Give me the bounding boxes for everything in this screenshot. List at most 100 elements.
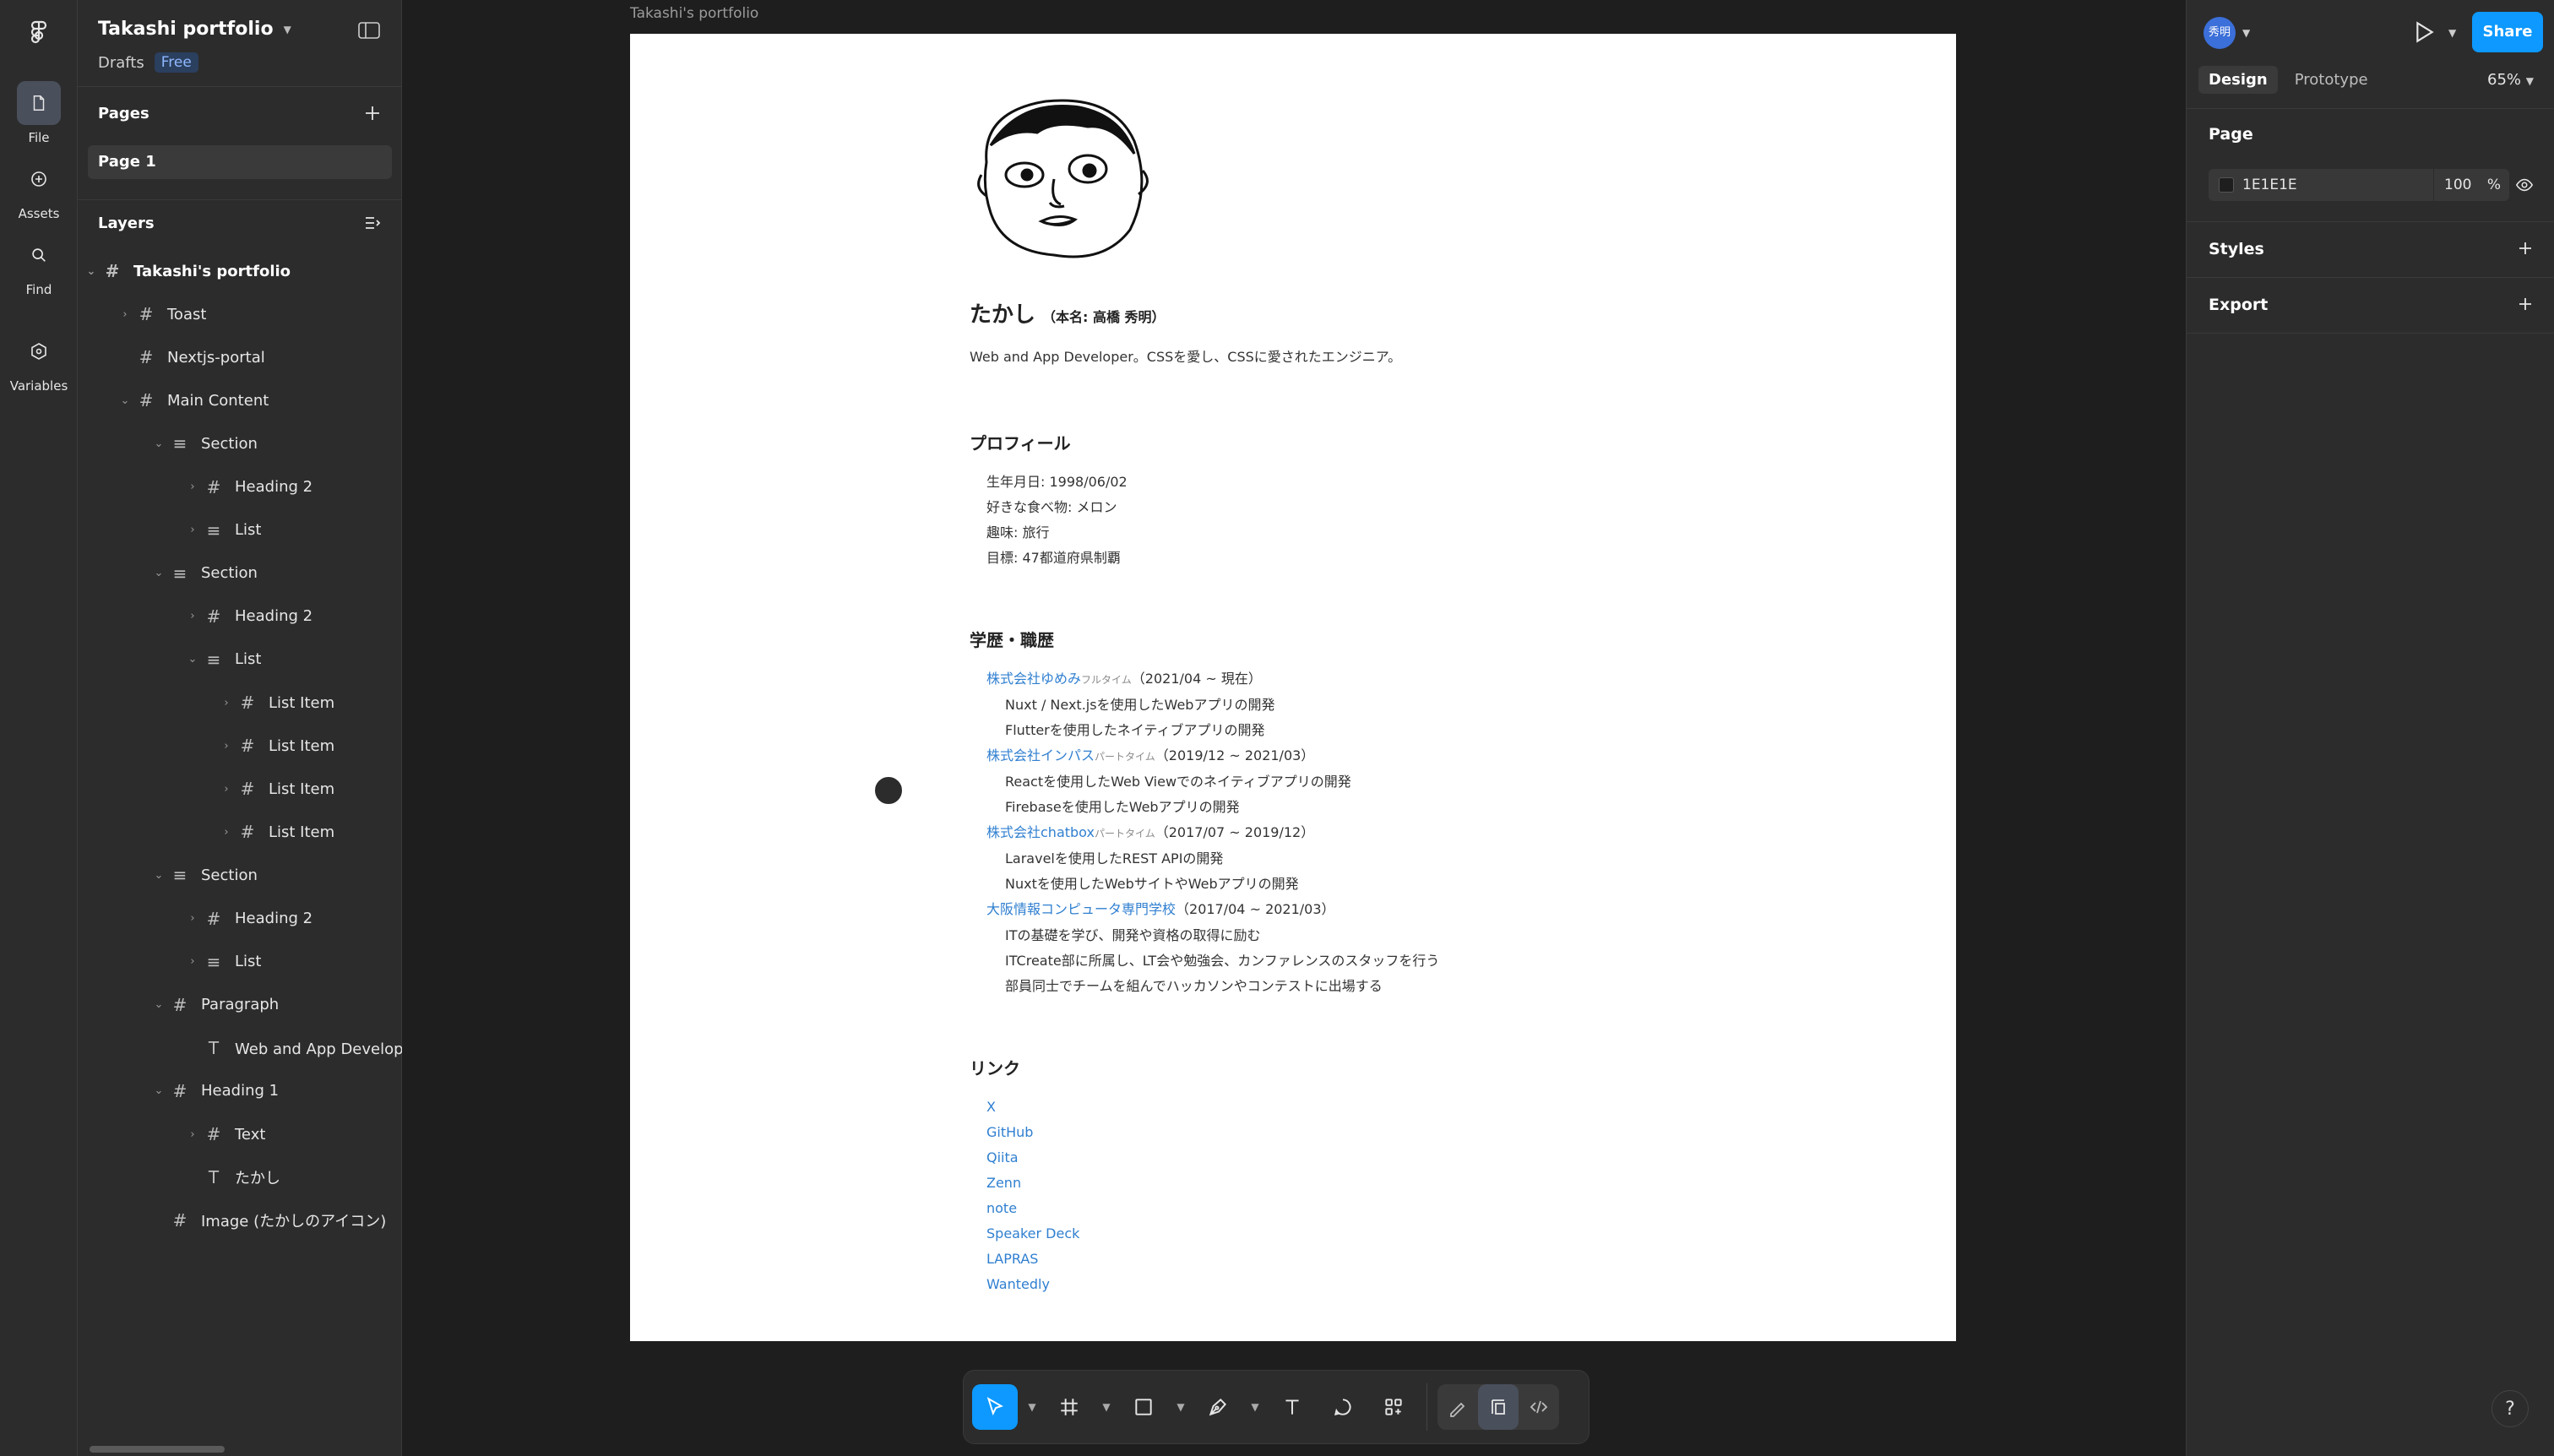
design-mode[interactable] <box>1478 1384 1519 1430</box>
chevron-down-icon[interactable]: ▼ <box>2242 27 2250 39</box>
link-item[interactable]: Zenn <box>986 1171 1730 1196</box>
plan-badge[interactable]: Free <box>154 52 198 73</box>
eye-icon[interactable] <box>2513 176 2535 194</box>
layer-row[interactable]: ⌄ ≡ Section <box>150 552 258 595</box>
chevron-down-icon[interactable]: ⌄ <box>150 437 167 450</box>
layer-row[interactable]: # Image (たかしのアイコン) <box>150 1199 387 1241</box>
drafts-link[interactable]: Drafts <box>98 54 144 72</box>
layer-row[interactable]: › # Text <box>184 1113 265 1155</box>
chevron-right-icon[interactable]: › <box>218 783 235 796</box>
rail-variables[interactable]: Variables <box>0 329 78 394</box>
chevron-down-icon[interactable]: ⌄ <box>150 869 167 882</box>
layer-row[interactable]: › ≡ List <box>184 509 261 551</box>
takashi-avatar-image[interactable] <box>970 95 1155 263</box>
add-style-icon[interactable] <box>2515 238 2535 258</box>
link-item[interactable]: note <box>986 1196 1730 1221</box>
shape-tool-menu[interactable]: ▼ <box>1171 1384 1190 1430</box>
layer-row[interactable]: T Web and App Developer。 <box>184 1027 434 1069</box>
chevron-down-icon[interactable]: ⌄ <box>150 1084 167 1097</box>
link-item[interactable]: LAPRAS <box>986 1247 1730 1272</box>
fill-hex-input[interactable]: 1E1E1E <box>2242 177 2433 193</box>
draw-mode[interactable] <box>1437 1384 1478 1430</box>
layer-row[interactable]: › ≡ List <box>184 941 261 983</box>
chevron-right-icon[interactable]: › <box>117 308 133 321</box>
company-link[interactable]: 株式会社chatbox <box>986 824 1095 840</box>
avatar[interactable]: 秀明 <box>2204 17 2236 49</box>
link-item[interactable]: Qiita <box>986 1145 1730 1171</box>
chevron-right-icon[interactable]: › <box>184 610 201 622</box>
chevron-right-icon[interactable]: › <box>184 912 201 925</box>
chevron-down-icon[interactable]: ⌄ <box>150 998 167 1011</box>
layer-row[interactable]: › # Heading 2 <box>184 898 312 940</box>
fill-swatch[interactable] <box>2219 177 2234 193</box>
actions-tool[interactable] <box>1371 1384 1416 1430</box>
text-tool[interactable] <box>1269 1384 1315 1430</box>
file-name-dropdown[interactable]: Takashi portfolio ▼ <box>98 19 291 40</box>
layer-row[interactable]: # Nextjs-portal <box>117 336 265 378</box>
chevron-down-icon[interactable]: ⌄ <box>184 653 201 666</box>
comment-tool[interactable] <box>1320 1384 1366 1430</box>
add-export-icon[interactable] <box>2515 294 2535 314</box>
chevron-right-icon[interactable]: › <box>184 481 201 493</box>
fill-opacity-input[interactable]: 100% <box>2433 169 2509 201</box>
tab-design[interactable]: Design <box>2198 66 2278 94</box>
layer-row[interactable]: › # List Item <box>218 725 334 767</box>
add-page-icon[interactable] <box>362 103 383 123</box>
chevron-down-icon[interactable]: ⌄ <box>83 265 100 278</box>
chevron-right-icon[interactable]: › <box>218 740 235 752</box>
share-button[interactable]: Share <box>2472 12 2543 52</box>
company-link[interactable]: 株式会社ゆめみ <box>986 671 1081 687</box>
layer-row[interactable]: › # Heading 2 <box>184 466 312 508</box>
layer-row[interactable]: ⌄ # Heading 1 <box>150 1070 280 1112</box>
help-button[interactable]: ? <box>2492 1390 2529 1427</box>
layer-row[interactable]: ⌄ # Paragraph <box>150 984 280 1026</box>
company-link[interactable]: 大阪情報コンピュータ専門学校 <box>986 901 1176 917</box>
sidebar-toggle-icon[interactable] <box>357 20 381 41</box>
frame-label[interactable]: Takashi's portfolio <box>630 5 758 22</box>
move-tool-menu[interactable]: ▼ <box>1023 1384 1041 1430</box>
tab-prototype[interactable]: Prototype <box>2285 66 2378 94</box>
layer-row[interactable]: ⌄ ≡ Section <box>150 422 258 465</box>
pen-tool-menu[interactable]: ▼ <box>1246 1384 1264 1430</box>
portfolio-frame[interactable]: たかし （本名: 高橋 秀明） Web and App Developer。CSS… <box>630 34 1956 1341</box>
move-tool[interactable] <box>972 1384 1018 1430</box>
layer-row[interactable]: › # List Item <box>218 682 334 724</box>
link-item[interactable]: Speaker Deck <box>986 1221 1730 1247</box>
chevron-right-icon[interactable]: › <box>184 524 201 536</box>
shape-tool[interactable] <box>1121 1384 1166 1430</box>
chevron-down-icon[interactable]: ▼ <box>2448 27 2456 39</box>
link-item[interactable]: Wantedly <box>986 1272 1730 1297</box>
chevron-right-icon[interactable]: › <box>184 955 201 968</box>
canvas[interactable]: Takashi's portfolio たかし （本名: 高橋 秀明） Web a… <box>402 0 2186 1456</box>
horizontal-scrollbar[interactable] <box>90 1446 225 1453</box>
layer-row[interactable]: ⌄ # Takashi's portfolio <box>83 250 291 292</box>
page-fill-row[interactable]: 1E1E1E 100% <box>2209 169 2509 201</box>
present-play-icon[interactable] <box>2410 19 2437 46</box>
company-link[interactable]: 株式会社インパス <box>986 747 1095 763</box>
chevron-down-icon[interactable]: ⌄ <box>150 567 167 579</box>
layer-row[interactable]: › # List Item <box>218 768 334 810</box>
rail-assets[interactable]: Assets <box>0 157 78 221</box>
chevron-right-icon[interactable]: › <box>184 1128 201 1141</box>
frame-tool-menu[interactable]: ▼ <box>1097 1384 1116 1430</box>
layer-row[interactable]: › # Toast <box>117 293 206 335</box>
dev-mode[interactable] <box>1519 1384 1559 1430</box>
rail-file[interactable]: File <box>0 81 78 145</box>
rail-find[interactable]: Find <box>0 233 78 297</box>
layer-filter-icon[interactable] <box>362 213 383 233</box>
layer-row[interactable]: ⌄ ≡ Section <box>150 854 258 896</box>
chevron-right-icon[interactable]: › <box>218 697 235 709</box>
zoom-dropdown[interactable]: 65% ▼ <box>2487 71 2534 89</box>
figma-menu-icon[interactable] <box>25 19 52 46</box>
link-item[interactable]: GitHub <box>986 1120 1730 1145</box>
layer-row[interactable]: T たかし <box>184 1156 280 1198</box>
layer-row[interactable]: › # List Item <box>218 811 334 853</box>
chevron-down-icon[interactable]: ⌄ <box>117 394 133 407</box>
layer-row[interactable]: ⌄ # Main Content <box>117 379 269 421</box>
layer-row[interactable]: ⌄ ≡ List <box>184 638 262 681</box>
layer-row[interactable]: › # Heading 2 <box>184 595 312 638</box>
page-item-page-1[interactable]: Page 1 <box>88 145 392 179</box>
link-item[interactable]: X <box>986 1095 1730 1120</box>
frame-tool[interactable] <box>1046 1384 1092 1430</box>
pen-tool[interactable] <box>1195 1384 1241 1430</box>
